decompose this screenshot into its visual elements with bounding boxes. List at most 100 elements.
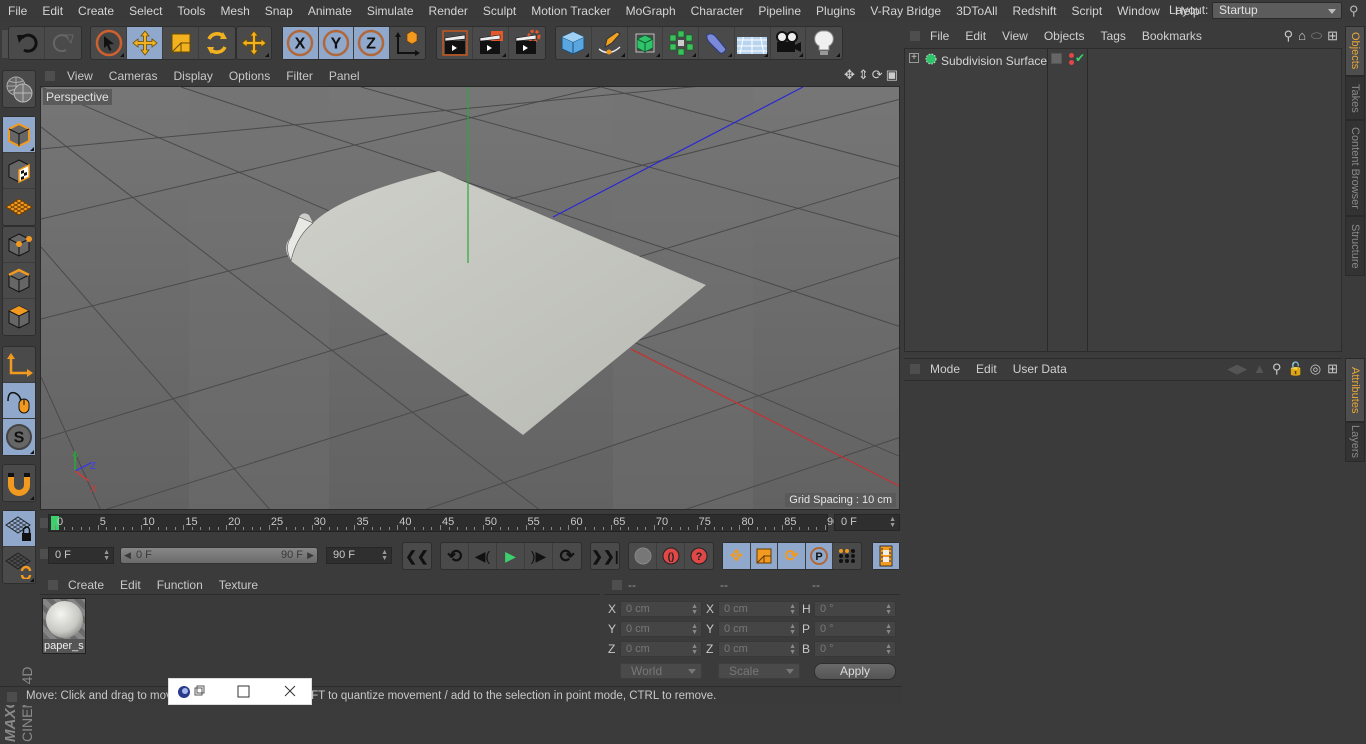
polygons-mode-button[interactable] bbox=[3, 299, 35, 335]
redo-button[interactable] bbox=[45, 27, 81, 59]
object-menu-tags[interactable]: Tags bbox=[1093, 29, 1134, 43]
size-x-field[interactable]: 0 cm ▲ ▼ bbox=[718, 601, 800, 617]
orbit-icon[interactable]: ⟳ bbox=[872, 67, 883, 83]
camera-button[interactable] bbox=[771, 27, 807, 59]
tab-layers[interactable]: Layers bbox=[1345, 422, 1365, 462]
rotation-b-field[interactable]: 0 ° ▲ ▼ bbox=[814, 641, 896, 657]
menu-script[interactable]: Script bbox=[1063, 0, 1109, 22]
go-to-start-button[interactable]: ❮❮ bbox=[403, 543, 431, 569]
timeline-window-button[interactable] bbox=[873, 543, 899, 569]
menu-pipeline[interactable]: Pipeline bbox=[750, 0, 808, 22]
position-x-field[interactable]: 0 cm ▲ ▼ bbox=[620, 601, 702, 617]
coordinates-grip[interactable] bbox=[612, 580, 622, 590]
material-grip[interactable] bbox=[48, 579, 58, 590]
record-button[interactable] bbox=[629, 543, 657, 569]
key-rotation-button[interactable]: ⟳ bbox=[778, 543, 806, 569]
workplane-mode-button[interactable] bbox=[3, 189, 35, 225]
spinner-icon[interactable]: ▲ ▼ bbox=[789, 603, 796, 616]
layout-select[interactable]: Startup bbox=[1212, 2, 1342, 19]
key-position-button[interactable]: ✥ bbox=[723, 543, 751, 569]
editor-visibility-dot[interactable] bbox=[1069, 53, 1074, 58]
spinner-icon[interactable]: ▲ ▼ bbox=[103, 549, 110, 562]
cloner-button[interactable] bbox=[663, 27, 699, 59]
menu-mesh[interactable]: Mesh bbox=[212, 0, 256, 22]
material-menu-texture[interactable]: Texture bbox=[211, 578, 266, 592]
autokey-button[interactable]: () bbox=[657, 543, 685, 569]
spinner-icon[interactable]: ▲ ▼ bbox=[789, 643, 796, 656]
spinner-icon[interactable]: ▲ ▼ bbox=[691, 603, 698, 616]
spinner-icon[interactable]: ▲ ▼ bbox=[889, 516, 896, 529]
rotation-p-field[interactable]: 0 ° ▲ ▼ bbox=[814, 621, 896, 637]
viewport-menu-panel[interactable]: Panel bbox=[321, 69, 368, 83]
subdivision-surface-button[interactable] bbox=[628, 27, 664, 59]
attributes-menu-mode[interactable]: Mode bbox=[922, 362, 968, 376]
size-z-field[interactable]: 0 cm ▲ ▼ bbox=[718, 641, 800, 657]
render-settings-button[interactable] bbox=[509, 27, 545, 59]
object-name[interactable]: Subdivision Surface bbox=[941, 54, 1047, 68]
step-forward-button[interactable]: )▶ bbox=[525, 543, 553, 569]
menu-redshift[interactable]: Redshift bbox=[1004, 0, 1063, 22]
object-manager-grip[interactable] bbox=[910, 31, 920, 41]
range-right-arrow-icon[interactable]: ▶ bbox=[307, 548, 314, 563]
menu-3dtoall[interactable]: 3DToAll bbox=[948, 0, 1004, 22]
enabled-check-icon[interactable]: ✔ bbox=[1075, 51, 1085, 65]
camera-label[interactable]: Perspective bbox=[43, 89, 112, 105]
menu-vray-bridge[interactable]: V-Ray Bridge bbox=[862, 0, 948, 22]
timeline-ruler[interactable]: 051015202530354045505560657075808590 bbox=[48, 514, 839, 532]
viewport-menu-display[interactable]: Display bbox=[165, 69, 220, 83]
position-z-field[interactable]: 0 cm ▲ ▼ bbox=[620, 641, 702, 657]
edges-mode-button[interactable] bbox=[3, 263, 35, 299]
visibility-icon[interactable]: ⬭ bbox=[1311, 28, 1322, 44]
menu-plugins[interactable]: Plugins bbox=[808, 0, 862, 22]
light-button[interactable] bbox=[806, 27, 842, 59]
column-divider[interactable] bbox=[1087, 49, 1088, 351]
tweak-mode-button[interactable] bbox=[3, 383, 35, 419]
viewport-menu-options[interactable]: Options bbox=[221, 69, 278, 83]
lock-icon[interactable]: 🔓 bbox=[1288, 361, 1304, 377]
pen-button[interactable] bbox=[592, 27, 628, 59]
cinema4d-app-icon[interactable] bbox=[178, 686, 190, 698]
position-y-field[interactable]: 0 cm ▲ ▼ bbox=[620, 621, 702, 637]
model-mode-button[interactable] bbox=[3, 117, 35, 153]
rotate-tool-button[interactable] bbox=[199, 27, 235, 59]
key-pla-button[interactable] bbox=[833, 543, 861, 569]
texture-mode-button[interactable] bbox=[3, 153, 35, 189]
key-scale-button[interactable] bbox=[750, 543, 779, 569]
menu-sculpt[interactable]: Sculpt bbox=[475, 0, 523, 22]
search-icon[interactable]: ⚲ bbox=[1349, 3, 1359, 19]
viewport-menu-cameras[interactable]: Cameras bbox=[101, 69, 166, 83]
object-menu-bookmarks[interactable]: Bookmarks bbox=[1134, 29, 1210, 43]
home-icon[interactable]: ⌂ bbox=[1298, 28, 1306, 44]
floor-button[interactable] bbox=[735, 27, 771, 59]
previous-key-button[interactable]: ⟲ bbox=[441, 543, 469, 569]
x-axis-lock-button[interactable]: X bbox=[283, 27, 319, 59]
play-button[interactable]: ▶ bbox=[497, 543, 525, 569]
key-parameter-button[interactable]: P bbox=[805, 543, 834, 569]
attributes-menu-edit[interactable]: Edit bbox=[968, 362, 1005, 376]
spinner-icon[interactable]: ▲ ▼ bbox=[789, 623, 796, 636]
scale-tool-button[interactable] bbox=[163, 27, 199, 59]
move-tool-button[interactable] bbox=[127, 27, 163, 59]
tab-content-browser[interactable]: Content Browser bbox=[1345, 120, 1365, 216]
render-picture-viewer-button[interactable] bbox=[473, 27, 509, 59]
material-menu-edit[interactable]: Edit bbox=[112, 578, 149, 592]
menu-motion-tracker[interactable]: Motion Tracker bbox=[523, 0, 617, 22]
new-window-icon[interactable]: ⊞ bbox=[1327, 361, 1338, 377]
next-key-button[interactable]: ⟳ bbox=[553, 543, 581, 569]
material-item[interactable]: paper_s bbox=[42, 598, 86, 654]
material-menu-create[interactable]: Create bbox=[60, 578, 112, 592]
snap-button[interactable] bbox=[3, 465, 35, 501]
size-mode-dropdown[interactable]: Scale bbox=[718, 663, 800, 679]
attributes-grip[interactable] bbox=[910, 363, 920, 374]
menu-mograph[interactable]: MoGraph bbox=[618, 0, 683, 22]
up-icon[interactable]: ▲ bbox=[1253, 361, 1266, 377]
menu-window[interactable]: Window bbox=[1109, 0, 1167, 22]
recent-tool-button[interactable] bbox=[237, 27, 271, 59]
maximize-icon[interactable] bbox=[237, 685, 250, 698]
spinner-icon[interactable]: ▲ ▼ bbox=[885, 643, 892, 656]
viewport-grip[interactable] bbox=[45, 70, 55, 81]
menu-tools[interactable]: Tools bbox=[169, 0, 212, 22]
material-menu-function[interactable]: Function bbox=[149, 578, 211, 592]
back-arrows-icon[interactable]: ◀▶ bbox=[1227, 361, 1247, 377]
new-window-icon[interactable]: ⊞ bbox=[1327, 28, 1338, 44]
